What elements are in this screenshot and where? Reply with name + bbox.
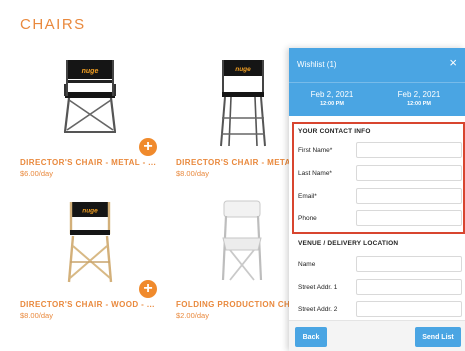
venue-name-label: Name [298, 261, 316, 268]
product-image-folding-chair[interactable] [218, 198, 266, 282]
start-date-button[interactable]: Feb 2, 2021 12:00 PM [297, 90, 367, 107]
plus-icon: + [143, 138, 153, 155]
product-name[interactable]: FOLDING PRODUCTION CHAIR [176, 300, 289, 309]
venue-name-input[interactable] [356, 256, 462, 272]
start-date: Feb 2, 2021 [310, 90, 354, 99]
add-to-wishlist-button[interactable]: + [139, 280, 157, 298]
page-title: CHAIRS [20, 16, 86, 33]
first-name-input[interactable] [356, 142, 462, 158]
last-name-label: Last Name* [298, 170, 332, 177]
street-addr-2-label: Street Addr. 2 [298, 306, 338, 313]
wishlist-title: Wishlist (1) [297, 60, 337, 69]
back-button[interactable]: Back [295, 327, 327, 347]
product-name[interactable]: DIRECTOR'S CHAIR - WOOD - ... [20, 300, 160, 309]
end-date: Feb 2, 2021 [397, 90, 441, 99]
contact-info-title: YOUR CONTACT INFO [298, 128, 371, 135]
brand-logo-text: nuge [82, 208, 98, 215]
send-list-button[interactable]: Send List [415, 327, 461, 347]
product-name[interactable]: DIRECTOR'S CHAIR - METAL [176, 158, 289, 167]
wishlist-header: Wishlist (1) × [289, 48, 465, 82]
wishlist-panel: Wishlist (1) × Feb 2, 2021 12:00 PM Feb … [289, 48, 465, 351]
street-addr-1-input[interactable] [356, 279, 462, 295]
wishlist-footer: Back Send List [289, 320, 465, 351]
phone-label: Phone [298, 215, 317, 222]
phone-input[interactable] [356, 210, 462, 226]
product-image-directors-chair-wood[interactable]: nuge [64, 198, 116, 284]
product-image-directors-chair-metal-tall[interactable]: nuge [214, 56, 268, 148]
brand-logo-text: nuge [82, 68, 99, 75]
brand-logo-text: nuge [235, 66, 251, 73]
product-price: $8.00/day [20, 311, 53, 320]
end-time: 12:00 PM [407, 101, 431, 107]
last-name-input[interactable] [356, 165, 462, 181]
wishlist-dates: Feb 2, 2021 12:00 PM Feb 2, 2021 12:00 P… [289, 82, 465, 116]
end-date-button[interactable]: Feb 2, 2021 12:00 PM [384, 90, 454, 107]
product-image-directors-chair-metal[interactable]: nuge [55, 58, 125, 136]
first-name-label: First Name* [298, 147, 333, 154]
product-name[interactable]: DIRECTOR'S CHAIR - METAL - ... [20, 158, 160, 167]
email-label: Email* [298, 193, 317, 200]
start-time: 12:00 PM [320, 101, 344, 107]
product-price: $6.00/day [20, 169, 53, 178]
add-to-wishlist-button[interactable]: + [139, 138, 157, 156]
product-price: $2.00/day [176, 311, 209, 320]
street-addr-2-input[interactable] [356, 301, 462, 317]
venue-section-title: VENUE / DELIVERY LOCATION [298, 240, 399, 247]
plus-icon: + [143, 280, 153, 297]
close-icon[interactable]: × [449, 56, 457, 70]
product-price: $8.00/day [176, 169, 209, 178]
email-input[interactable] [356, 188, 462, 204]
street-addr-1-label: Street Addr. 1 [298, 284, 338, 291]
